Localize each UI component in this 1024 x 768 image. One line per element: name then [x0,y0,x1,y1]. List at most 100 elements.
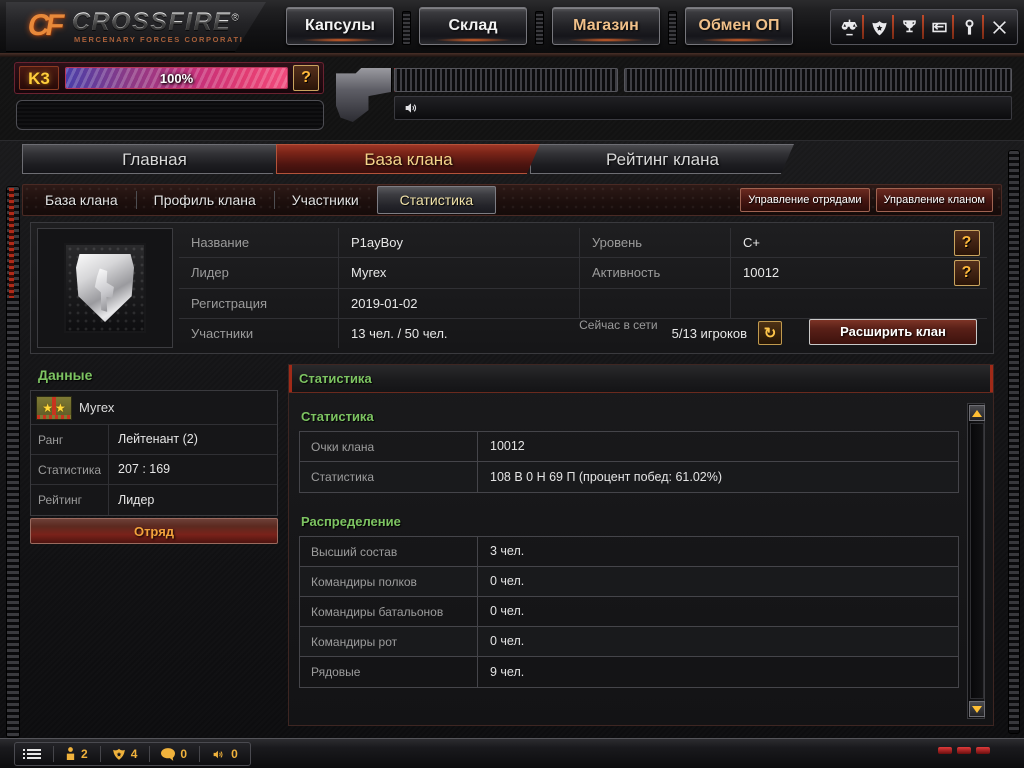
star-icon: ★ [42,400,53,415]
refresh-icon[interactable]: ↻ [758,321,782,346]
right-edge-decoration [1008,150,1020,734]
k3-help-button[interactable]: ? [293,65,319,91]
statistics-panel-header: Статистика [289,365,993,393]
table-row: Статистика 108 В 0 Н 69 П (процент побед… [300,462,958,492]
voice-count: 0 [231,747,238,761]
left-data-panel: Данные ★ ★ Мугех Ранг Лейтенант (2) Стат… [30,364,288,726]
top-bar: CF CROSSFIRE® MERCENARY FORCES CORPORATI… [0,0,1024,57]
table-row: Рядовые 9 чел. [300,657,958,687]
battalion-commanders-label: Командиры батальонов [300,597,478,626]
main-tabs: Главная База клана Рейтинг клана [22,144,794,174]
table-row: Очки клана 10012 [300,432,958,462]
list-menu-icon[interactable] [15,743,53,765]
regiment-commanders-value: 0 чел. [490,574,525,589]
hamburger-glyph [23,749,41,759]
friends-count: 2 [81,747,88,761]
battalion-commanders-value: 0 чел. [490,604,525,619]
member-rank-value: Лейтенант (2) [118,432,198,447]
manage-squads-button[interactable]: Управление отрядами [740,188,870,212]
company-commanders-value: 0 чел. [490,634,525,649]
level-help-button[interactable]: ? [953,229,980,256]
close-icon[interactable] [982,12,1014,42]
trophy-icon[interactable] [892,12,924,42]
member-rating-label: Рейтинг [31,485,109,515]
clan-registration-label: Регистрация [179,288,339,318]
crossfire-mark-icon: CF [25,9,63,42]
win-loss-label: Статистика [300,462,478,492]
expand-clan-button[interactable]: Расширить клан [809,318,977,345]
statistics-section-title: Статистика [301,409,374,424]
subtab-members[interactable]: Участники [273,187,377,213]
subtab-statistics[interactable]: Статистика [376,186,497,214]
chat-count-item[interactable]: 0 [149,743,199,765]
table-row: Регистрация 2019-01-02 [179,288,987,319]
clan-members-value: 13 чел. / 50 чел. [351,325,448,341]
clan-emblem-shield-icon [64,243,146,333]
manage-buttons: Управление отрядами Управление кланом [740,188,993,212]
member-name: Мугех [79,400,115,415]
clan-level-label: Уровень [579,228,731,258]
sub-tabs: База клана Профиль клана Участники Стати… [22,184,1002,216]
speaker-icon [213,750,223,758]
scroll-down-button[interactable] [969,701,985,717]
voice-count-item[interactable]: 0 [199,743,250,765]
manage-clan-button[interactable]: Управление кланом [875,188,993,212]
list-item: Ранг Лейтенант (2) [31,425,277,455]
crossfire-logo: CF CROSSFIRE® MERCENARY FORCES CORPORATI… [6,2,266,52]
privates-value: 9 чел. [490,664,525,679]
tab-clan-base[interactable]: База клана [276,144,540,174]
ammo-bar-secondary [624,68,1012,92]
friends-count-item[interactable]: 2 [53,743,100,765]
scrollbar-track[interactable] [970,423,984,699]
crossfire-tagline: MERCENARY FORCES CORPORATION [74,35,258,44]
activity-help-button[interactable]: ? [953,259,980,286]
member-rank-label: Ранг [31,425,109,454]
left-edge-led-strip [9,188,14,298]
nav-button-storage[interactable]: Склад [419,7,527,45]
chevron-up-icon [972,409,982,417]
table-row: Командиры полков 0 чел. [300,567,958,597]
member-rating-value: Лидер [118,492,155,507]
nav-button-exchange-op[interactable]: Обмен ОП [685,7,793,45]
table-row: Название P1ayBoy Уровень C+ ? [179,228,987,259]
list-item: Рейтинг Лидер [31,485,277,515]
scales-icon[interactable] [834,12,864,42]
statistics-scrollbar[interactable] [967,403,985,719]
status-bar: 2 4 0 0 [0,738,1024,768]
weapon-icon [336,68,392,122]
nav-button-capsules[interactable]: Капсулы [286,7,394,45]
window-icon-tray [830,9,1018,45]
data-panel-title: Данные [38,367,93,383]
tab-clan-rating[interactable]: Рейтинг клана [530,144,794,174]
badge-star-icon[interactable] [862,12,894,42]
chat-input-bar[interactable] [16,100,324,130]
clan-registration-value: 2019-01-02 [351,295,418,311]
nav-divider [668,11,677,45]
scroll-up-button[interactable] [969,405,985,421]
tab-main[interactable]: Главная [22,144,286,174]
wrench-icon[interactable] [952,12,984,42]
nav-button-shop[interactable]: Магазин [552,7,660,45]
clan-shield-icon [112,748,125,760]
clan-info-card: Название P1ayBoy Уровень C+ ? Лидер Муге… [30,222,994,354]
table-row: Командиры рот 0 чел. [300,627,958,657]
clan-count-item[interactable]: 4 [99,743,150,765]
member-card: ★ ★ Мугех Ранг Лейтенант (2) Статистика … [30,390,278,516]
subtab-clan-base[interactable]: База клана [27,187,136,213]
volume-bar[interactable] [394,96,1012,120]
list-item: Статистика 207 : 169 [31,455,277,485]
squad-button[interactable]: Отряд [30,518,278,544]
chat-bubble-icon [161,747,176,761]
return-arrow-icon[interactable] [922,12,954,42]
clan-name-value: P1ayBoy [351,235,404,251]
k3-progress-label: 100% [159,70,194,86]
clan-count: 4 [130,747,138,761]
star-icon: ★ [55,400,66,415]
rank-insignia-icon: ★ ★ [36,395,72,420]
subtab-clan-profile[interactable]: Профиль клана [135,187,274,213]
table-row: Высший состав 3 чел. [300,537,958,567]
senior-staff-label: Высший состав [300,537,478,566]
table-row: Командиры батальонов 0 чел. [300,597,958,627]
k3-tag: K3 [19,66,59,90]
statistics-panel: Статистика Статистика Очки клана 10012 С… [288,364,994,726]
